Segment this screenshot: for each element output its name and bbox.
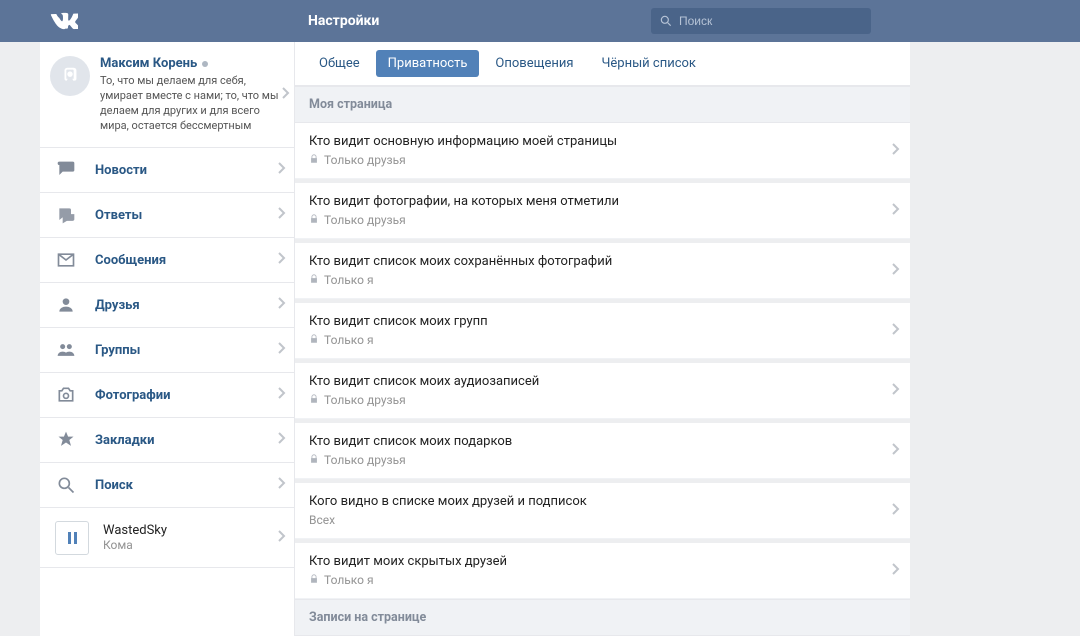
bookmarks-icon [55,429,77,451]
profile-card[interactable]: Максим Корень То, что мы делаем для себя… [40,42,294,148]
privacy-setting-row[interactable]: Кого видно в списке моих друзей и подпис… [295,483,910,539]
search-icon [659,14,673,28]
setting-value: Всех [309,513,896,527]
privacy-setting-row[interactable]: Кто видит фотографии, на которых меня от… [295,183,910,239]
sidebar-item-replies[interactable]: Ответы [40,193,294,238]
vk-logo[interactable] [50,7,78,35]
sidebar: Максим Корень То, что мы делаем для себя… [40,42,295,636]
sidebar-item-label: Поиск [95,478,133,493]
sidebar-nav: Новости Ответы Сообщения Друзья Группы [40,148,294,508]
app-header: Настройки [0,0,1080,42]
replies-icon [55,204,77,226]
chevron-right-icon [276,476,286,494]
setting-title: Кто видит фотографии, на которых меня от… [309,194,896,209]
setting-title: Кто видит список моих групп [309,314,896,329]
privacy-setting-row[interactable]: Кто видит список моих аудиозаписей Только… [295,363,910,419]
search-input[interactable] [679,14,863,28]
tab-privacy[interactable]: Приватность [376,50,480,77]
sidebar-item-label: Ответы [95,208,142,223]
lock-icon [309,273,319,287]
profile-quote: То, что мы делаем для себя, умирает вмес… [100,74,284,133]
setting-title: Кто видит основную информацию моей стран… [309,134,896,149]
groups-icon [55,339,77,361]
lock-icon [309,393,319,407]
avatar [50,56,90,96]
page-title: Настройки [308,13,651,29]
setting-value: Только я [309,333,896,347]
lock-icon [309,573,319,587]
lock-icon [309,153,319,167]
player-track: Кома [103,538,167,552]
setting-value: Только друзья [309,453,896,467]
friends-icon [55,294,77,316]
setting-title: Кто видит список моих аудиозаписей [309,374,896,389]
chevron-right-icon [276,386,286,404]
lock-icon [309,333,319,347]
chevron-right-icon [276,206,286,224]
setting-value: Только друзья [309,393,896,407]
setting-title: Кто видит список моих сохранённых фотогр… [309,254,896,269]
tab-general[interactable]: Общее [307,50,372,77]
sidebar-item-label: Фотографии [95,388,171,403]
privacy-setting-row[interactable]: Кто видит список моих подарков Только дру… [295,423,910,479]
tab-notifications[interactable]: Оповещения [483,50,585,77]
privacy-setting-row[interactable]: Кто видит основную информацию моей стран… [295,123,910,179]
player-artist: WastedSky [103,523,167,538]
sidebar-item-search[interactable]: Поиск [40,463,294,508]
sidebar-item-news[interactable]: Новости [40,148,294,193]
sidebar-item-messages[interactable]: Сообщения [40,238,294,283]
chevron-right-icon [890,382,900,400]
sidebar-item-photos[interactable]: Фотографии [40,373,294,418]
sidebar-item-label: Закладки [95,433,154,448]
chevron-right-icon [276,431,286,449]
setting-title: Кто видит список моих подарков [309,434,896,449]
lock-icon [309,453,319,467]
tab-blacklist[interactable]: Чёрный список [589,50,707,77]
profile-name: Максим Корень [100,56,284,71]
sidebar-item-label: Друзья [95,298,140,313]
setting-value: Только друзья [309,153,896,167]
sidebar-item-label: Новости [95,163,147,178]
status-dot-icon [202,61,208,67]
chevron-right-icon [276,251,286,269]
setting-title: Кто видит моих скрытых друзей [309,554,896,569]
search-box[interactable] [651,8,871,34]
sidebar-item-friends[interactable]: Друзья [40,283,294,328]
privacy-setting-row[interactable]: Кто видит список моих сохранённых фотогр… [295,243,910,299]
audio-player[interactable]: WastedSky Кома [40,508,294,568]
chevron-right-icon [890,322,900,340]
setting-value: Только я [309,273,896,287]
chevron-right-icon [276,161,286,179]
messages-icon [55,249,77,271]
setting-value: Только друзья [309,213,896,227]
chevron-right-icon [890,262,900,280]
chevron-right-icon [890,502,900,520]
setting-title: Кого видно в списке моих друзей и подпис… [309,494,896,509]
chevron-right-icon [276,341,286,359]
sidebar-item-groups[interactable]: Группы [40,328,294,373]
settings-tabs: Общее Приватность Оповещения Чёрный спис… [295,42,910,86]
chevron-right-icon [890,202,900,220]
search-icon [55,474,77,496]
chevron-right-icon [276,529,286,547]
sidebar-item-bookmarks[interactable]: Закладки [40,418,294,463]
chevron-right-icon [280,86,290,104]
pause-icon [68,532,77,544]
chevron-right-icon [890,142,900,160]
news-icon [55,159,77,181]
chevron-right-icon [890,442,900,460]
pause-button[interactable] [55,521,89,555]
settings-content: Общее Приватность Оповещения Чёрный спис… [295,42,910,636]
photos-icon [55,384,77,406]
lock-icon [309,213,319,227]
setting-value: Только я [309,573,896,587]
section-header-my-page: Моя страница [295,86,910,123]
chevron-right-icon [890,562,900,580]
sidebar-item-label: Группы [95,343,140,358]
section-header-posts: Записи на странице [295,599,910,636]
privacy-setting-row[interactable]: Кто видит список моих групп Только я [295,303,910,359]
sidebar-item-label: Сообщения [95,253,166,268]
chevron-right-icon [276,296,286,314]
